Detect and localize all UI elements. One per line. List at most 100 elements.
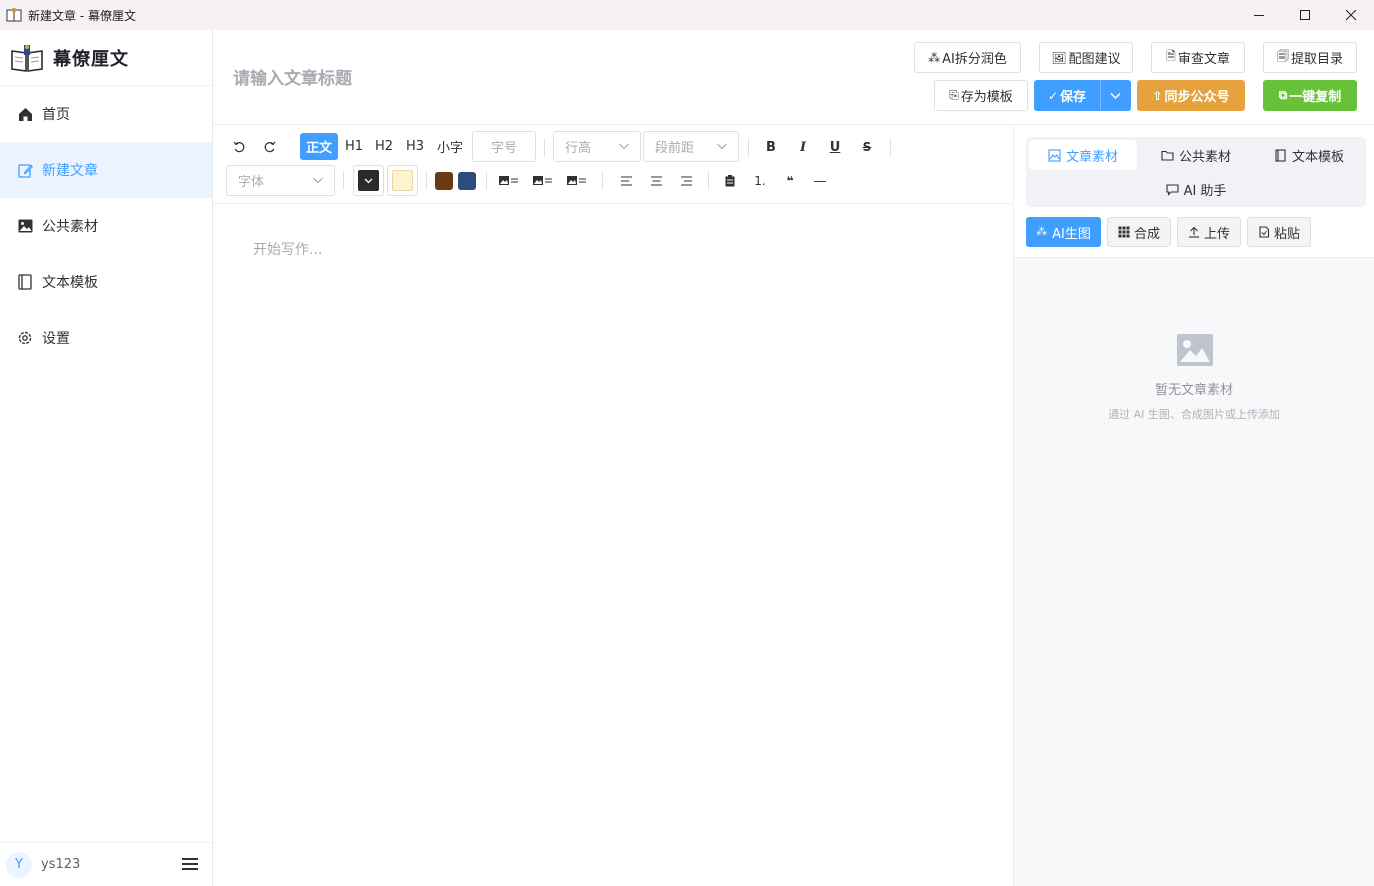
brand[interactable]: 幕僚厘文 [0, 30, 212, 86]
underline-button[interactable]: U [824, 136, 846, 158]
image-left-button[interactable] [497, 170, 521, 192]
assets-panel: 文章素材 公共素材 文本模板 AI 助手 ⁂ AI生图 合成 上传 粘贴 暂无文… [1013, 125, 1374, 886]
paste-button[interactable]: 粘贴 [1247, 217, 1311, 247]
highlight-color-swatch [392, 170, 413, 191]
redo-icon [264, 141, 275, 152]
align-right-button[interactable] [676, 170, 696, 192]
chevron-down-icon [364, 178, 373, 184]
article-title-input[interactable] [233, 64, 833, 94]
sidebar-item-public-assets[interactable]: 公共素材 [0, 198, 212, 254]
menu-icon[interactable] [182, 857, 198, 871]
style-small-button[interactable]: 小字 [434, 133, 466, 160]
review-article-button[interactable]: 🗎 审查文章 [1151, 42, 1245, 73]
user-info: Y ys123 [0, 842, 212, 886]
extract-toc-button[interactable]: 🗐 提取目录 [1263, 42, 1357, 73]
document-icon: 🗎 [1166, 49, 1176, 63]
sidebar-item-label: 设置 [42, 331, 70, 347]
style-h1-button[interactable]: H1 [341, 133, 367, 160]
align-left-icon [620, 176, 632, 186]
maximize-icon [1299, 9, 1310, 20]
chevron-down-icon [1110, 92, 1121, 100]
save-template-button[interactable]: ⎘ 存为模板 [934, 80, 1028, 111]
close-button[interactable] [1328, 0, 1374, 30]
sidebar-item-home[interactable]: 首页 [0, 86, 212, 142]
sidebar-item-label: 公共素材 [42, 219, 98, 235]
undo-button[interactable] [228, 136, 250, 158]
upload-icon: ⇧ [1152, 88, 1163, 103]
image-align-right-icon [567, 176, 586, 185]
font-size-input[interactable]: 字号 [472, 131, 536, 162]
style-h3-button[interactable]: H3 [402, 133, 428, 160]
window-titlebar: 新建文章 - 幕僚厘文 [0, 0, 1374, 30]
sidebar-item-label: 文本模板 [42, 275, 98, 291]
brown-color-swatch[interactable] [435, 172, 453, 190]
text-color-picker[interactable] [353, 165, 384, 196]
upload-button[interactable]: 上传 [1177, 217, 1241, 247]
image-right-button[interactable] [565, 170, 589, 192]
empty-image-icon [1177, 334, 1213, 366]
navy-color-swatch[interactable] [458, 172, 476, 190]
sidebar: 幕僚厘文 首页 新建文章 公共素材 文本模板 设置 Y ys123 [0, 30, 213, 886]
toolbar-divider [544, 138, 545, 156]
align-right-icon [680, 176, 692, 186]
style-h2-button[interactable]: H2 [371, 133, 397, 160]
quote-button[interactable]: ❝ [780, 170, 800, 192]
align-left-button[interactable] [616, 170, 636, 192]
avatar[interactable]: Y [6, 851, 32, 878]
save-dropdown-button[interactable] [1100, 80, 1131, 111]
sparkle-icon: ⁂ [1036, 225, 1048, 238]
ai-polish-button[interactable]: ⁂ AI拆分润色 [914, 42, 1021, 73]
ordered-list-button[interactable]: 1. [750, 170, 770, 192]
book-logo-icon [11, 44, 43, 72]
image-center-button[interactable] [531, 170, 555, 192]
sidebar-item-text-templates[interactable]: 文本模板 [0, 254, 212, 310]
toolbar-divider [343, 172, 344, 190]
editor-toolbar: 正文 H1 H2 H3 小字 字号 行高 段前距 B I U S 字体 1. ❝… [213, 125, 1013, 204]
image-icon [17, 218, 33, 234]
empty-state-subtitle: 通过 AI 生图、合成图片或上传添加 [1108, 408, 1280, 421]
bold-button[interactable]: B [760, 136, 782, 158]
save-button[interactable]: ✓ 保存 [1034, 80, 1100, 111]
picture-icon: 🖼 [1051, 50, 1067, 65]
template-icon: ⎘ [949, 88, 959, 102]
assets-list: 暂无文章素材 通过 AI 生图、合成图片或上传添加 [1014, 258, 1374, 886]
strikethrough-button[interactable]: S [856, 136, 878, 158]
maximize-button[interactable] [1282, 0, 1328, 30]
align-center-button[interactable] [646, 170, 666, 192]
sidebar-item-new-article[interactable]: 新建文章 [0, 142, 212, 198]
tab-ai-assistant[interactable]: AI 助手 [1142, 174, 1250, 204]
italic-button[interactable]: I [792, 136, 814, 158]
minimize-button[interactable] [1236, 0, 1282, 30]
sparkle-icon: ⁂ [928, 50, 941, 65]
tab-public-assets[interactable]: 公共素材 [1142, 140, 1250, 170]
list-document-icon: 🗐 [1276, 49, 1289, 63]
panel-tabs: 文章素材 公共素材 文本模板 AI 助手 [1026, 137, 1366, 207]
image-suggest-button[interactable]: 🖼 配图建议 [1039, 42, 1133, 73]
article-header: ⁂AI拆分润色 🖼配图建议 🗎审查文章 🗐提取目录 ⎘存为模板 ✓保存 ⇧同步公… [213, 30, 1374, 125]
redo-button[interactable] [258, 136, 280, 158]
tab-article-assets[interactable]: 文章素材 [1029, 140, 1137, 170]
sidebar-item-label: 新建文章 [42, 163, 98, 179]
picture-icon [1048, 148, 1061, 162]
toolbar-divider [426, 172, 427, 190]
upload-icon [1188, 226, 1199, 238]
highlight-color-picker[interactable] [387, 165, 418, 196]
compose-button[interactable]: 合成 [1107, 217, 1171, 247]
paragraph-spacing-select[interactable]: 段前距 [643, 131, 739, 162]
clipboard-list-icon [725, 175, 735, 187]
horizontal-rule-button[interactable]: — [810, 170, 830, 192]
bullet-list-button[interactable] [720, 170, 740, 192]
copy-icon: ⧉ [1278, 88, 1288, 102]
sidebar-item-settings[interactable]: 设置 [0, 310, 212, 366]
sync-wechat-button[interactable]: ⇧ 同步公众号 [1137, 80, 1245, 111]
brand-name: 幕僚厘文 [53, 48, 129, 70]
line-height-select[interactable]: 行高 [553, 131, 641, 162]
font-family-select[interactable]: 字体 [226, 165, 335, 196]
tab-text-templates[interactable]: 文本模板 [1255, 140, 1363, 170]
text-color-swatch [358, 170, 379, 191]
style-body-button[interactable]: 正文 [300, 133, 338, 160]
editor-content[interactable]: 开始写作... [253, 239, 322, 259]
ai-generate-image-button[interactable]: ⁂ AI生图 [1026, 217, 1101, 247]
close-icon [1345, 9, 1356, 20]
copy-all-button[interactable]: ⧉ 一键复制 [1263, 80, 1357, 111]
